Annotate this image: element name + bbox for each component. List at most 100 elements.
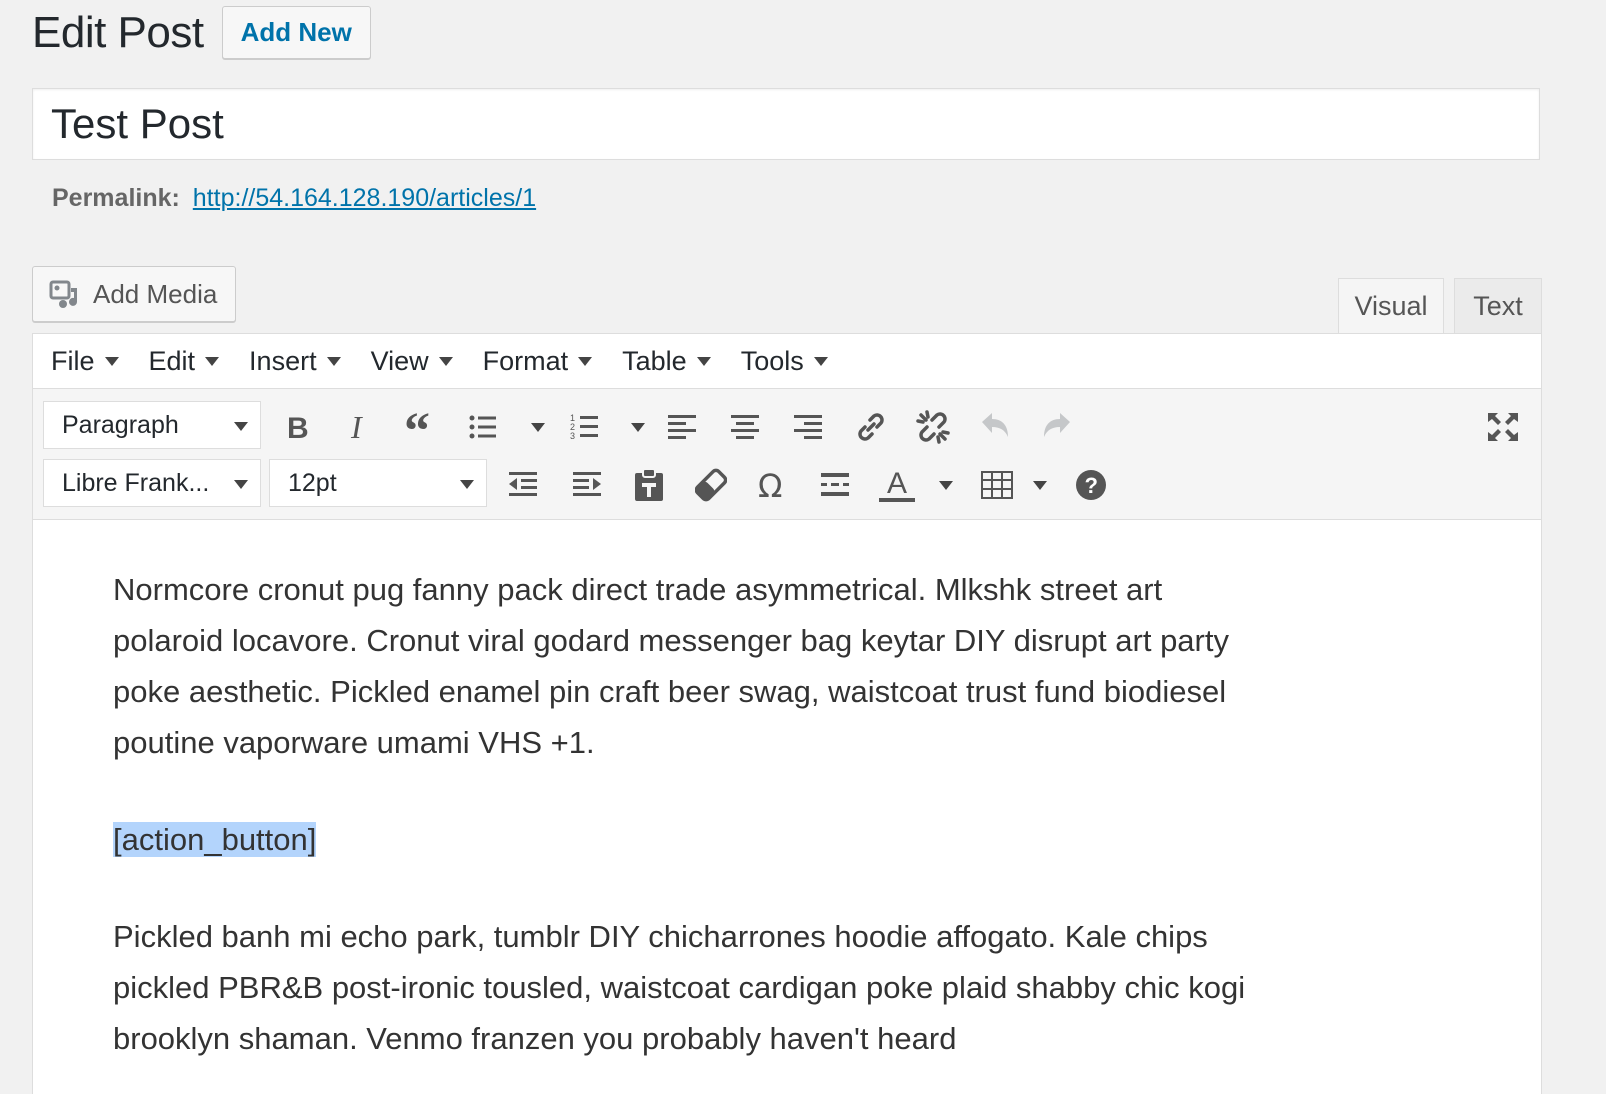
remove-link-button[interactable] <box>911 405 955 449</box>
page-title: Edit Post <box>32 7 204 57</box>
bullet-list-options-icon[interactable] <box>531 423 545 432</box>
chevron-down-icon <box>205 356 220 366</box>
redo-icon <box>1044 413 1070 437</box>
svg-text:A: A <box>887 467 907 500</box>
chevron-down-icon <box>460 480 474 489</box>
italic-button[interactable]: I <box>337 405 381 449</box>
menu-tools[interactable]: Tools <box>741 346 828 377</box>
bullet-list-button[interactable] <box>461 405 505 449</box>
menu-label: Edit <box>148 345 196 376</box>
menu-view[interactable]: View <box>371 346 453 377</box>
post-editor-screen: Edit Post Add New Permalink: http://54.1… <box>0 0 1606 1094</box>
editor-content[interactable]: Normcore cronut pug fanny pack direct tr… <box>113 564 1263 1064</box>
align-center-button[interactable] <box>723 405 767 449</box>
fullscreen-button[interactable] <box>1481 405 1525 449</box>
menu-table[interactable]: Table <box>622 346 711 377</box>
undo-button[interactable] <box>973 405 1017 449</box>
block-format-value: Paragraph <box>62 410 179 439</box>
bold-button[interactable]: B <box>275 405 319 449</box>
post-title-field[interactable] <box>32 88 1540 160</box>
help-icon: ? <box>1076 470 1106 500</box>
add-media-button[interactable]: Add Media <box>32 266 236 322</box>
content-paragraph-2: Pickled banh mi echo park, tumblr DIY ch… <box>113 919 1246 1056</box>
editor-menubar: File Edit Insert View Format Table Tools <box>33 334 1541 389</box>
selected-shortcode: [action_button] <box>113 822 317 857</box>
special-character-button[interactable]: Ω <box>751 463 795 507</box>
font-family-select[interactable]: Libre Frank... <box>43 459 261 507</box>
post-title-input[interactable] <box>33 89 1539 159</box>
align-center-icon <box>731 415 759 439</box>
unlink-icon <box>916 410 950 444</box>
editor-toolbar: Paragraph B I “ 1 2 3 Libre Frank... 12p… <box>33 389 1541 520</box>
editor: File Edit Insert View Format Table Tools… <box>32 333 1542 1094</box>
menu-edit[interactable]: Edit <box>149 346 220 377</box>
font-size-select[interactable]: 12pt <box>269 459 487 507</box>
numbered-list-button[interactable]: 1 2 3 <box>563 405 607 449</box>
menu-label: View <box>370 345 429 376</box>
svg-text:?: ? <box>1085 473 1098 498</box>
help-button[interactable]: ? <box>1069 463 1113 507</box>
svg-text:3: 3 <box>570 431 575 441</box>
menu-label: Insert <box>249 345 317 376</box>
fullscreen-icon <box>1488 413 1518 441</box>
align-left-button[interactable] <box>661 405 705 449</box>
table-button[interactable] <box>975 463 1019 507</box>
text-color-options-icon[interactable] <box>939 481 953 490</box>
special-character-icon: Ω <box>758 469 782 501</box>
chevron-down-icon <box>696 356 711 366</box>
menu-file[interactable]: File <box>51 346 119 377</box>
chevron-down-icon <box>234 422 248 431</box>
tab-text[interactable]: Text <box>1454 278 1542 334</box>
page-header: Edit Post Add New <box>32 6 371 59</box>
clear-formatting-button[interactable] <box>689 463 733 507</box>
menu-format[interactable]: Format <box>483 346 593 377</box>
paste-text-icon <box>635 468 663 501</box>
media-icon <box>49 280 77 308</box>
table-icon <box>981 471 1013 499</box>
menu-label: Format <box>482 345 569 376</box>
blockquote-button[interactable]: “ <box>399 405 443 449</box>
align-right-button[interactable] <box>785 405 829 449</box>
blockquote-icon: “ <box>404 412 430 442</box>
permalink-label: Permalink: <box>52 184 180 212</box>
indent-icon <box>573 472 601 496</box>
bold-icon: B <box>287 412 309 442</box>
permalink: Permalink: http://54.164.128.190/article… <box>52 184 536 213</box>
outdent-button[interactable] <box>501 463 545 507</box>
numbered-list-options-icon[interactable] <box>631 423 645 432</box>
paste-text-button[interactable] <box>627 463 671 507</box>
chevron-down-icon <box>813 356 828 366</box>
chevron-down-icon <box>104 356 119 366</box>
redo-button[interactable] <box>1035 405 1079 449</box>
tab-visual[interactable]: Visual <box>1338 278 1444 334</box>
svg-text:Ω: Ω <box>758 469 782 501</box>
insert-link-button[interactable] <box>849 405 893 449</box>
clear-formatting-icon <box>695 468 727 502</box>
indent-button[interactable] <box>565 463 609 507</box>
shortcode-paragraph: [action_button] <box>113 814 1263 865</box>
svg-text:I: I <box>350 412 363 442</box>
menu-label: Tools <box>740 345 804 376</box>
italic-icon: I <box>350 412 363 442</box>
bullet-list-icon <box>469 415 496 439</box>
add-new-button[interactable]: Add New <box>221 6 371 59</box>
link-icon <box>858 413 884 441</box>
text-color-icon: A <box>879 467 915 502</box>
chevron-down-icon <box>438 356 453 366</box>
menu-insert[interactable]: Insert <box>249 346 341 377</box>
table-options-icon[interactable] <box>1033 481 1047 490</box>
svg-text:B: B <box>287 412 309 442</box>
svg-text:“: “ <box>404 412 430 442</box>
permalink-link[interactable]: http://54.164.128.190/articles/1 <box>193 184 536 212</box>
outdent-icon <box>509 472 537 496</box>
menu-label: File <box>51 345 95 376</box>
numbered-list-icon: 1 2 3 <box>570 413 598 441</box>
undo-icon <box>982 413 1008 437</box>
text-color-button[interactable]: A <box>875 463 919 507</box>
content-paragraph-1: Normcore cronut pug fanny pack direct tr… <box>113 572 1229 760</box>
block-format-select[interactable]: Paragraph <box>43 401 261 449</box>
align-right-icon <box>794 415 822 439</box>
read-more-button[interactable] <box>813 463 857 507</box>
